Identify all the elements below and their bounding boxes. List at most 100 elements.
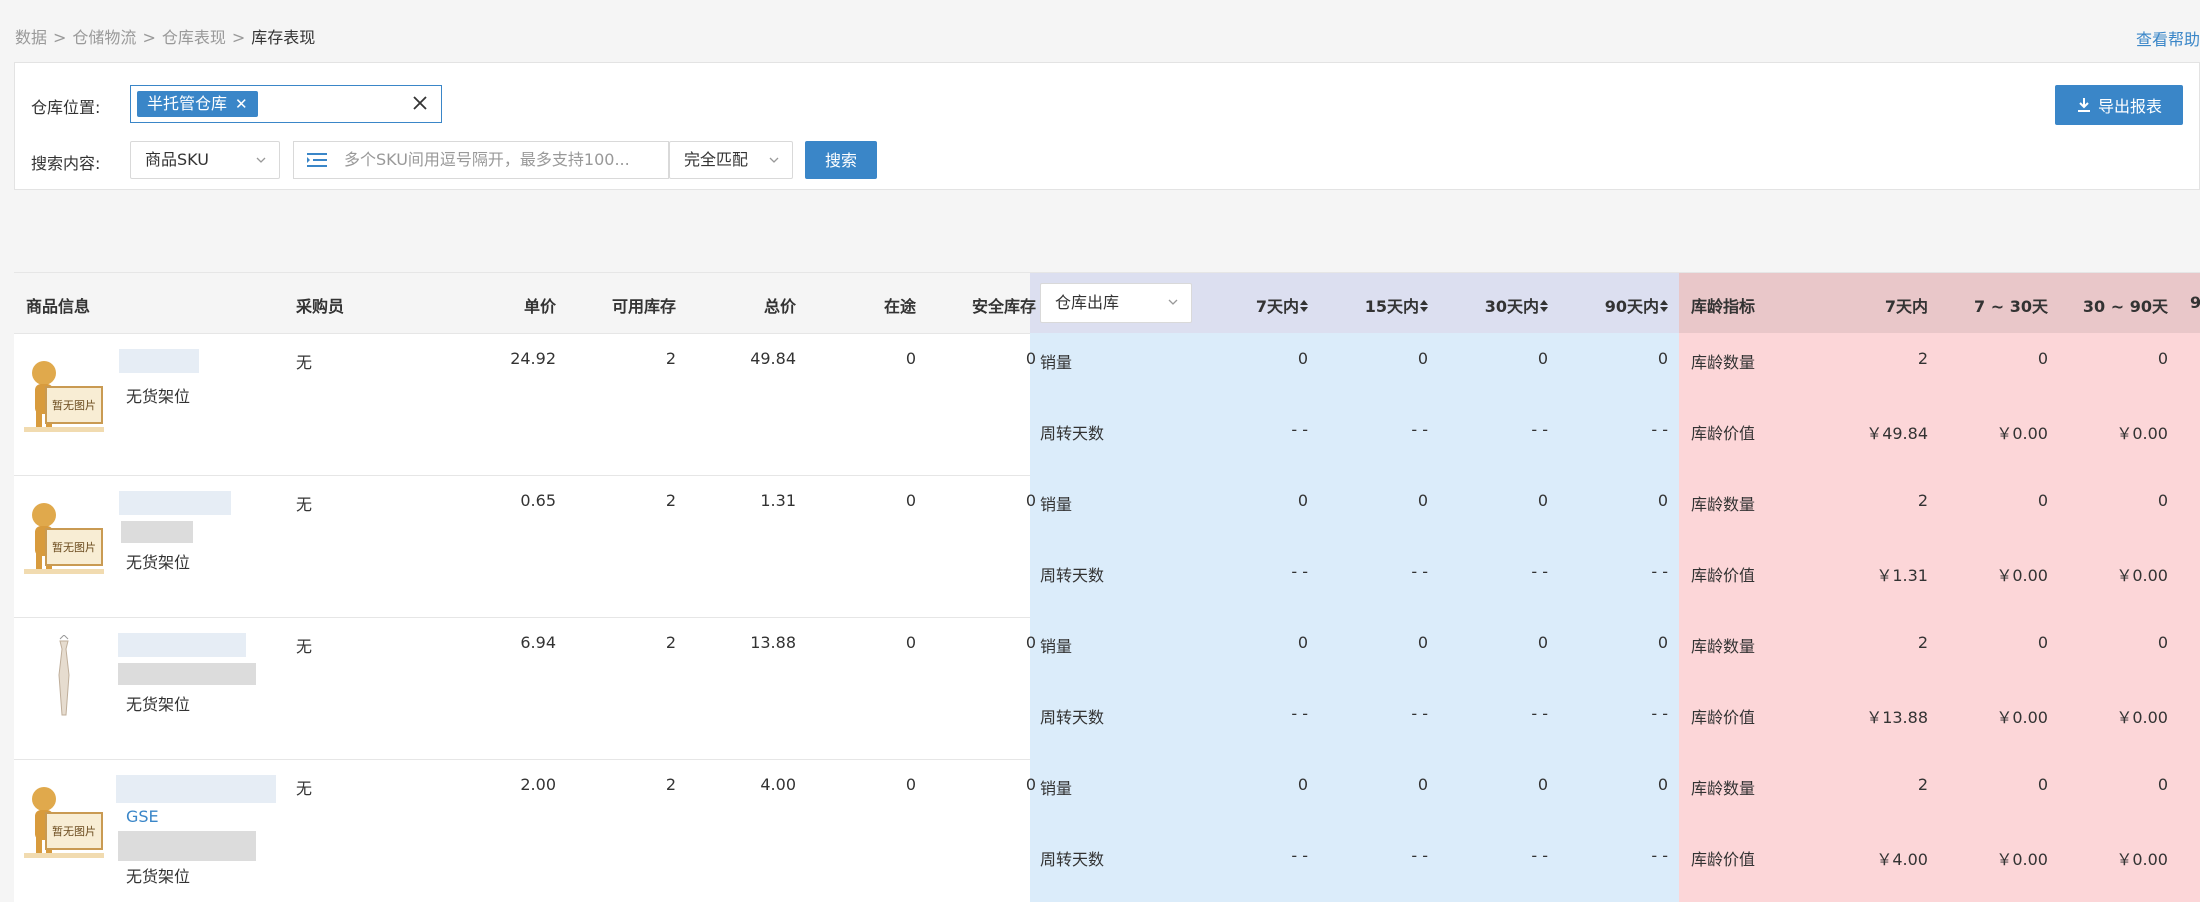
header-age-30-90: 30 ~ 90天: [2082, 297, 2168, 316]
table-row: 暂无图片 GSE 无货架位无 2.00 2 4.00 0 0 销量 周转天数 0 0 0 0- -- --…: [14, 759, 2200, 901]
shelf-status: 无货架位: [126, 553, 191, 572]
redacted-text: [116, 775, 276, 803]
age-qty-value: 2: [1917, 775, 1928, 794]
filter-panel: 仓库位置: 半托管仓库 ✕ 导出报表 搜索内容: 商品SKU 多个SKU间用逗号…: [14, 62, 2200, 190]
product-code-link[interactable]: GSE: [126, 807, 159, 826]
age-value-value: ￥0.00: [1996, 850, 2048, 869]
turnover-value: - -: [1531, 420, 1548, 439]
header-30d[interactable]: 30天内: [1485, 293, 1548, 317]
age-value-value: ￥4.00: [1876, 850, 1928, 869]
turnover-value: - -: [1651, 562, 1668, 581]
header-age-7-30: 7 ~ 30天: [1974, 297, 2048, 316]
safety-cell: 0: [1025, 349, 1036, 368]
turnover-value: - -: [1411, 846, 1428, 865]
sales-value: 0: [1657, 491, 1668, 510]
no-image-placeholder: 暂无图片: [22, 493, 106, 577]
turnover-value: - -: [1651, 704, 1668, 723]
header-buyer: 采购员: [296, 297, 345, 316]
unit-price-cell: 0.65: [520, 491, 556, 510]
sku-input[interactable]: 多个SKU间用逗号隔开，最多支持100...: [293, 141, 669, 179]
search-button[interactable]: 搜索: [805, 141, 877, 179]
in-transit-cell: 0: [905, 349, 916, 368]
header-90d[interactable]: 90天内: [1605, 293, 1668, 317]
location-select[interactable]: 半托管仓库 ✕: [130, 85, 442, 123]
sales-label: 销量: [1040, 779, 1073, 798]
age-qty-value: 0: [2037, 775, 2048, 794]
chevron-down-icon: [769, 157, 779, 163]
age-value-label: 库龄价值: [1691, 424, 1756, 443]
available-cell: 2: [665, 633, 676, 652]
turnover-label: 周转天数: [1040, 708, 1105, 727]
age-value-label: 库龄价值: [1691, 566, 1756, 585]
turnover-value: - -: [1291, 704, 1308, 723]
sales-value: 0: [1417, 775, 1428, 794]
shelf-status: 无货架位: [126, 867, 191, 886]
safety-cell: 0: [1025, 491, 1036, 510]
breadcrumb-separator: >: [231, 28, 246, 47]
header-15d[interactable]: 15天内: [1365, 293, 1428, 317]
tag-remove-icon[interactable]: ✕: [235, 91, 248, 117]
export-report-label: 导出报表: [2097, 97, 2162, 116]
age-value-value: ￥1.31: [1876, 566, 1928, 585]
turnover-value: - -: [1291, 420, 1308, 439]
sales-label: 销量: [1040, 637, 1073, 656]
age-qty-label: 库龄数量: [1691, 779, 1756, 798]
total-cell: 4.00: [760, 775, 796, 794]
shelf-status: 无货架位: [126, 695, 191, 714]
header-7d[interactable]: 7天内: [1256, 293, 1308, 317]
no-image-placeholder: 暂无图片: [22, 777, 106, 861]
breadcrumb-item-warehouse[interactable]: 仓库表现: [162, 28, 226, 47]
age-value-value: ￥0.00: [1996, 424, 2048, 443]
age-value-value: ￥49.84: [1866, 424, 1928, 443]
turnover-label: 周转天数: [1040, 850, 1105, 869]
turnover-label: 周转天数: [1040, 566, 1105, 585]
search-field-select[interactable]: 商品SKU: [130, 141, 280, 179]
breadcrumb-item-logistics[interactable]: 仓储物流: [72, 28, 136, 47]
breadcrumb-item-data[interactable]: 数据: [15, 28, 47, 47]
help-link[interactable]: 查看帮助: [2136, 26, 2200, 50]
age-qty-value: 0: [2037, 633, 2048, 652]
age-qty-label: 库龄数量: [1691, 353, 1756, 372]
outbound-select[interactable]: 仓库出库: [1040, 283, 1192, 323]
buyer-cell: 无: [296, 495, 313, 514]
sort-icon: [1660, 300, 1668, 312]
export-report-button[interactable]: 导出报表: [2055, 85, 2183, 125]
breadcrumb-separator: >: [53, 28, 67, 47]
redacted-text: [118, 831, 256, 861]
sales-value: 0: [1297, 775, 1308, 794]
inventory-table: 商品信息 采购员 单价 可用库存 总价 在途 安全库存 仓库出库 7天内 15天…: [14, 272, 2200, 902]
redacted-text: [119, 491, 231, 515]
turnover-label: 周转天数: [1040, 424, 1105, 443]
sales-value: 0: [1417, 633, 1428, 652]
age-qty-label: 库龄数量: [1691, 637, 1756, 656]
buyer-cell: 无: [296, 637, 313, 656]
in-transit-cell: 0: [905, 633, 916, 652]
header-age-90-cut: 9: [2190, 293, 2200, 312]
turnover-value: - -: [1411, 420, 1428, 439]
total-cell: 13.88: [750, 633, 796, 652]
chevron-down-icon: [256, 157, 266, 163]
turnover-value: - -: [1651, 846, 1668, 865]
redacted-text: [119, 349, 199, 373]
age-value-value: ￥0.00: [2116, 850, 2168, 869]
age-qty-label: 库龄数量: [1691, 495, 1756, 514]
age-qty-value: 2: [1917, 633, 1928, 652]
age-value-value: ￥13.88: [1866, 708, 1928, 727]
available-cell: 2: [665, 349, 676, 368]
list-icon[interactable]: [306, 151, 328, 169]
match-mode-value: 完全匹配: [684, 150, 749, 169]
turnover-value: - -: [1411, 704, 1428, 723]
clear-icon[interactable]: [411, 94, 429, 112]
redacted-text: [118, 663, 256, 685]
table-header: [14, 273, 1030, 334]
age-qty-value: 0: [2157, 491, 2168, 510]
sort-icon: [1420, 300, 1428, 312]
location-tag: 半托管仓库 ✕: [137, 91, 258, 117]
age-value-value: ￥0.00: [2116, 424, 2168, 443]
match-mode-select[interactable]: 完全匹配: [669, 141, 793, 179]
turnover-value: - -: [1531, 846, 1548, 865]
turnover-value: - -: [1291, 846, 1308, 865]
age-qty-value: 0: [2037, 491, 2048, 510]
age-qty-value: 0: [2037, 349, 2048, 368]
turnover-value: - -: [1411, 562, 1428, 581]
